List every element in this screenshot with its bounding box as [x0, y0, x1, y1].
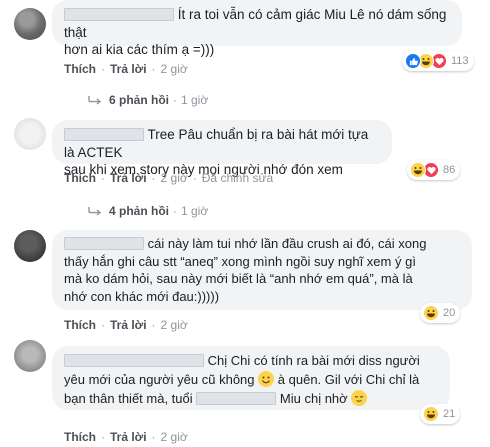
redacted-name — [64, 128, 144, 141]
reaction-summary[interactable]: 86 — [407, 160, 461, 180]
reaction-summary[interactable]: 21 — [420, 404, 461, 424]
view-replies[interactable]: 6 phản hồi · 1 giờ — [88, 93, 208, 107]
comment-text: Ít ra toi vẫn có cảm giác Miu Lê nó dám … — [64, 7, 447, 57]
comment-text: Chị Chi có tính ra bài mới diss người yê… — [64, 353, 420, 406]
comment-text: cái này làm tui nhớ lần đầu crush ai đó,… — [64, 236, 427, 304]
avatar[interactable] — [14, 118, 46, 150]
view-replies[interactable]: 4 phản hồi · 1 giờ — [88, 204, 208, 218]
timestamp[interactable]: 2 giờ — [161, 171, 188, 185]
timestamp[interactable]: 2 giờ — [161, 318, 188, 332]
comment-actions: Thích · Trả lời · 2 giờ · Đã chỉnh sửa — [64, 171, 274, 185]
like-link[interactable]: Thích — [64, 430, 96, 444]
relieved-emoji-icon — [351, 390, 368, 406]
reply-link[interactable]: Trả lời — [110, 430, 147, 444]
reply-arrow-icon — [88, 96, 102, 105]
reply-count[interactable]: 6 phản hồi — [109, 93, 169, 107]
laugh-icon — [423, 305, 439, 321]
reaction-summary[interactable]: 113 — [402, 51, 474, 71]
reaction-summary[interactable]: 20 — [420, 303, 461, 323]
timestamp[interactable]: 2 giờ — [161, 62, 188, 76]
comment-actions: Thích · Trả lời · 2 giờ — [64, 62, 188, 76]
reaction-count: 86 — [443, 164, 456, 176]
reaction-count: 113 — [451, 55, 469, 67]
like-link[interactable]: Thích — [64, 62, 96, 76]
laugh-icon — [423, 406, 439, 422]
reaction-count: 20 — [443, 307, 456, 319]
comment-bubble: Tree Pâu chuẩn bị ra bài hát mới tựa là … — [52, 120, 392, 177]
smile-emoji-icon — [258, 371, 275, 387]
timestamp[interactable]: 2 giờ — [161, 430, 188, 444]
edited-label[interactable]: Đã chỉnh sửa — [202, 171, 273, 185]
reply-time: 1 giờ — [181, 204, 209, 218]
like-link[interactable]: Thích — [64, 318, 96, 332]
redacted-name — [196, 392, 277, 405]
redacted-name — [64, 354, 204, 367]
comment-actions: Thích · Trả lời · 2 giờ — [64, 318, 188, 332]
comment-bubble: Chị Chi có tính ra bài mới diss người yê… — [52, 346, 450, 410]
reply-count[interactable]: 4 phản hồi — [109, 204, 169, 218]
reply-link[interactable]: Trả lời — [110, 318, 147, 332]
reply-arrow-icon — [88, 207, 102, 216]
reply-link[interactable]: Trả lời — [110, 171, 147, 185]
reply-link[interactable]: Trả lời — [110, 62, 147, 76]
like-link[interactable]: Thích — [64, 171, 96, 185]
avatar[interactable] — [14, 8, 46, 40]
redacted-name — [64, 8, 174, 21]
reply-time: 1 giờ — [181, 93, 209, 107]
reaction-count: 21 — [443, 408, 456, 420]
comment-bubble: Ít ra toi vẫn có cảm giác Miu Lê nó dám … — [52, 0, 462, 57]
comment-bubble: cái này làm tui nhớ lần đầu crush ai đó,… — [52, 230, 472, 310]
like-icon — [405, 53, 421, 69]
comment-actions: Thích · Trả lời · 2 giờ — [64, 430, 188, 444]
avatar[interactable] — [14, 230, 46, 262]
avatar[interactable] — [14, 340, 46, 372]
redacted-name — [64, 237, 144, 250]
laugh-icon — [410, 162, 426, 178]
